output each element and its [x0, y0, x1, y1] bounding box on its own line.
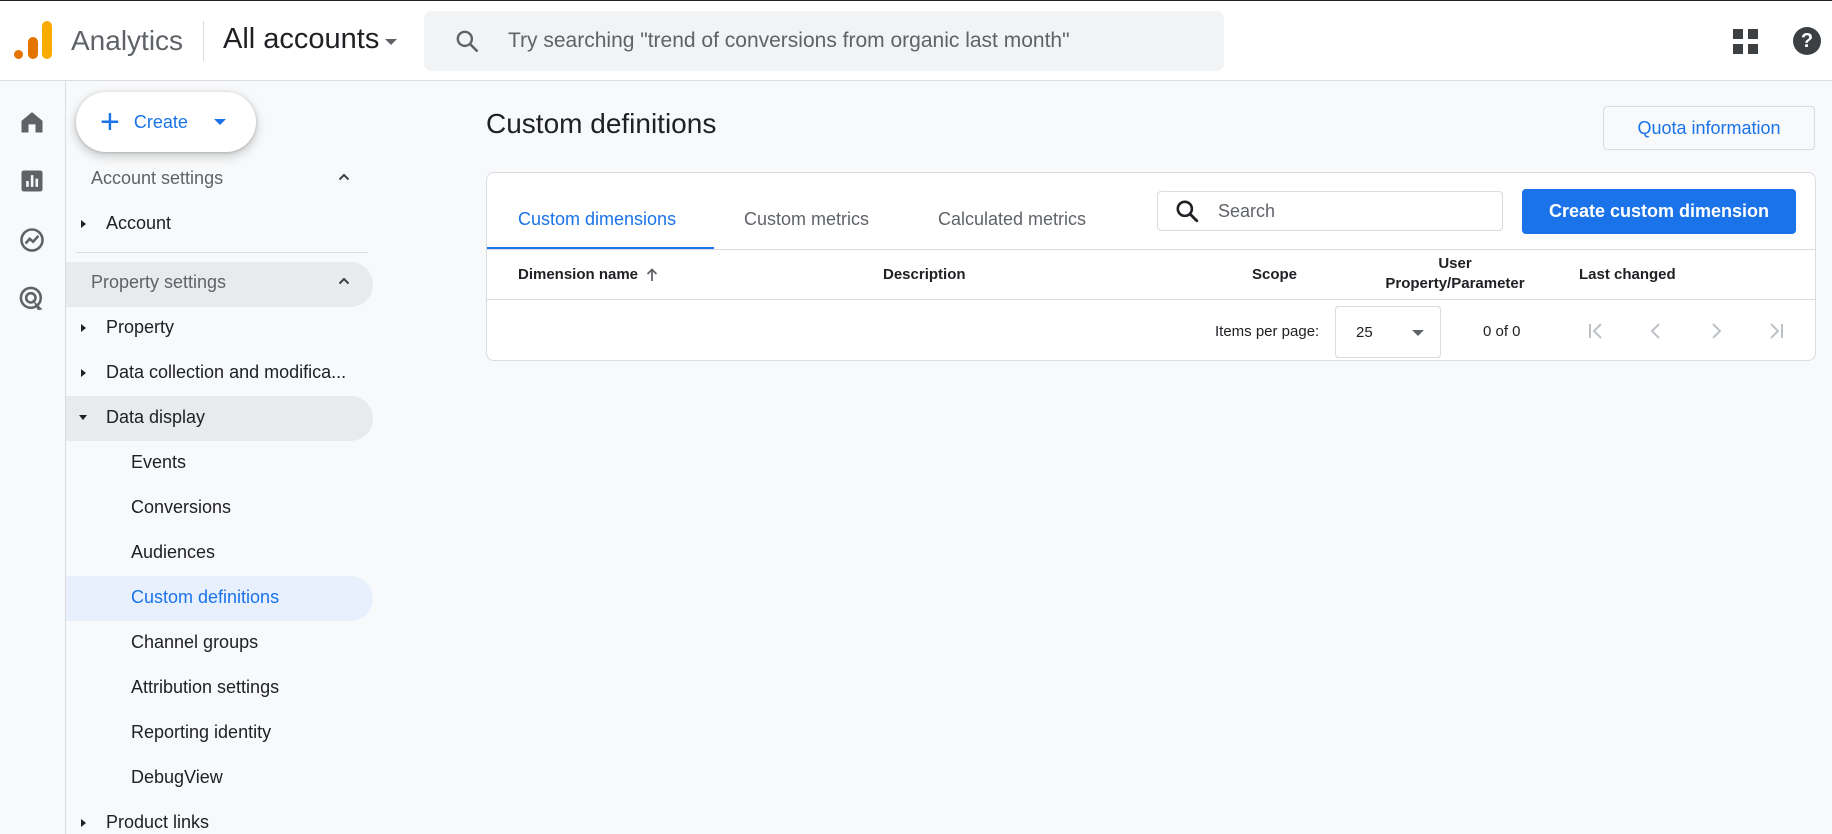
custom-definitions-card: Custom dimensions Custom metrics Calcula…: [486, 172, 1816, 361]
column-header-scope[interactable]: Scope: [1252, 266, 1297, 283]
home-icon[interactable]: [18, 108, 46, 136]
sidebar-item-label: Data collection and modifica...: [106, 362, 347, 382]
sidebar-item-label: Conversions: [131, 497, 232, 517]
account-settings-header[interactable]: Account settings: [91, 168, 223, 189]
tab-custom-dimensions[interactable]: Custom dimensions: [518, 209, 676, 230]
quota-information-button[interactable]: Quota information: [1603, 106, 1815, 150]
items-per-page-label: Items per page:: [1215, 323, 1320, 340]
account-settings-title: Account settings: [91, 168, 224, 188]
account-picker[interactable]: All accounts: [223, 23, 398, 56]
column-header-label: Dimension name: [518, 266, 639, 283]
expand-arrow-icon: [81, 323, 86, 332]
sidebar-item-label: Reporting identity: [131, 722, 272, 742]
column-header-label: Property/Parameter: [1385, 275, 1525, 292]
sort-ascending-icon: [646, 267, 658, 281]
sidebar-item-label: Events: [131, 452, 187, 472]
app-name[interactable]: Analytics: [71, 25, 183, 57]
create-button-label: Create: [133, 111, 188, 132]
column-header-dimension-name[interactable]: Dimension name: [518, 266, 659, 283]
global-search-bar[interactable]: Try searching "trend of conversions from…: [424, 11, 1224, 71]
items-per-page-value: 25: [1356, 324, 1373, 341]
chevron-up-icon[interactable]: [338, 171, 350, 183]
last-page-icon[interactable]: [1764, 319, 1788, 343]
column-header-description[interactable]: Description: [883, 266, 966, 283]
sidebar-item-data-display[interactable]: Data display: [79, 407, 205, 428]
tab-custom-metrics[interactable]: Custom metrics: [744, 209, 869, 230]
sidebar-item-custom-definitions[interactable]: Custom definitions: [131, 587, 279, 608]
table-search-field[interactable]: Search: [1157, 191, 1503, 231]
sidebar-item-label: Channel groups: [131, 632, 259, 652]
tabs-divider: [487, 249, 1815, 250]
tab-calculated-metrics[interactable]: Calculated metrics: [938, 209, 1086, 230]
sidebar-item-product-links[interactable]: Product links: [81, 812, 209, 833]
collapse-arrow-icon: [79, 415, 87, 420]
column-header-label: User: [1438, 255, 1472, 272]
reports-icon[interactable]: [18, 167, 46, 195]
items-per-page-select[interactable]: 25: [1335, 306, 1441, 358]
top-bar: Analytics All accounts Try searching "tr…: [0, 0, 1832, 81]
left-rail: [0, 81, 66, 834]
sidebar-item-channel-groups[interactable]: Channel groups: [131, 632, 258, 653]
pagination-range: 0 of 0: [1483, 323, 1521, 340]
expand-arrow-icon: [81, 368, 86, 377]
chevron-down-icon: [385, 38, 398, 45]
header-divider: [487, 299, 1815, 300]
sidebar-item-audiences[interactable]: Audiences: [131, 542, 215, 563]
advertising-icon[interactable]: [18, 285, 46, 313]
apps-grid-icon[interactable]: [1733, 29, 1759, 55]
sidebar-item-reporting-identity[interactable]: Reporting identity: [131, 722, 271, 743]
previous-page-icon[interactable]: [1644, 319, 1668, 343]
account-picker-label: All accounts: [223, 23, 380, 55]
column-header-user-property[interactable]: User Property/Parameter: [1385, 255, 1525, 292]
expand-arrow-icon: [81, 219, 86, 228]
create-button[interactable]: + Create: [76, 92, 256, 152]
sidebar-item-label: Audiences: [131, 542, 216, 562]
property-settings-header[interactable]: Property settings: [91, 272, 226, 293]
sidebar-item-label: Custom definitions: [131, 587, 280, 607]
section-divider: [76, 252, 368, 253]
chevron-up-icon[interactable]: [338, 275, 350, 287]
sidebar-item-label: Attribution settings: [131, 677, 280, 697]
sidebar-item-label: DebugView: [131, 767, 223, 787]
global-search-placeholder: Try searching "trend of conversions from…: [508, 29, 1070, 52]
expand-arrow-icon: [81, 818, 86, 827]
sidebar-item-debugview[interactable]: DebugView: [131, 767, 223, 788]
sidebar-item-label: Account: [106, 213, 172, 233]
help-icon[interactable]: ?: [1793, 27, 1821, 55]
analytics-logo-icon[interactable]: [14, 21, 52, 59]
search-icon: [456, 30, 479, 53]
column-header-last-changed[interactable]: Last changed: [1579, 266, 1676, 283]
first-page-icon[interactable]: [1584, 319, 1608, 343]
table-search-input[interactable]: Search: [1218, 201, 1275, 222]
next-page-icon[interactable]: [1704, 319, 1728, 343]
side-nav: + Create Account settings Account Proper…: [66, 81, 386, 834]
explore-icon[interactable]: [18, 226, 46, 254]
sidebar-item-events[interactable]: Events: [131, 452, 186, 473]
plus-icon: +: [100, 103, 120, 141]
sidebar-item-conversions[interactable]: Conversions: [131, 497, 231, 518]
chevron-down-icon: [213, 119, 226, 125]
property-settings-title: Property settings: [91, 272, 227, 292]
sidebar-item-label: Data display: [106, 407, 206, 427]
sidebar-item-account[interactable]: Account: [81, 213, 171, 234]
create-custom-dimension-button[interactable]: Create custom dimension: [1522, 189, 1796, 234]
sidebar-item-property[interactable]: Property: [81, 317, 174, 338]
sidebar-item-data-collection[interactable]: Data collection and modifica...: [81, 362, 346, 383]
sidebar-item-label: Property: [106, 317, 175, 337]
search-icon: [1176, 200, 1199, 223]
page-title: Custom definitions: [486, 108, 717, 139]
chevron-down-icon: [1412, 330, 1424, 336]
header-divider: [203, 21, 204, 61]
sidebar-item-label: Product links: [106, 812, 210, 832]
sidebar-item-attribution-settings[interactable]: Attribution settings: [131, 677, 279, 698]
